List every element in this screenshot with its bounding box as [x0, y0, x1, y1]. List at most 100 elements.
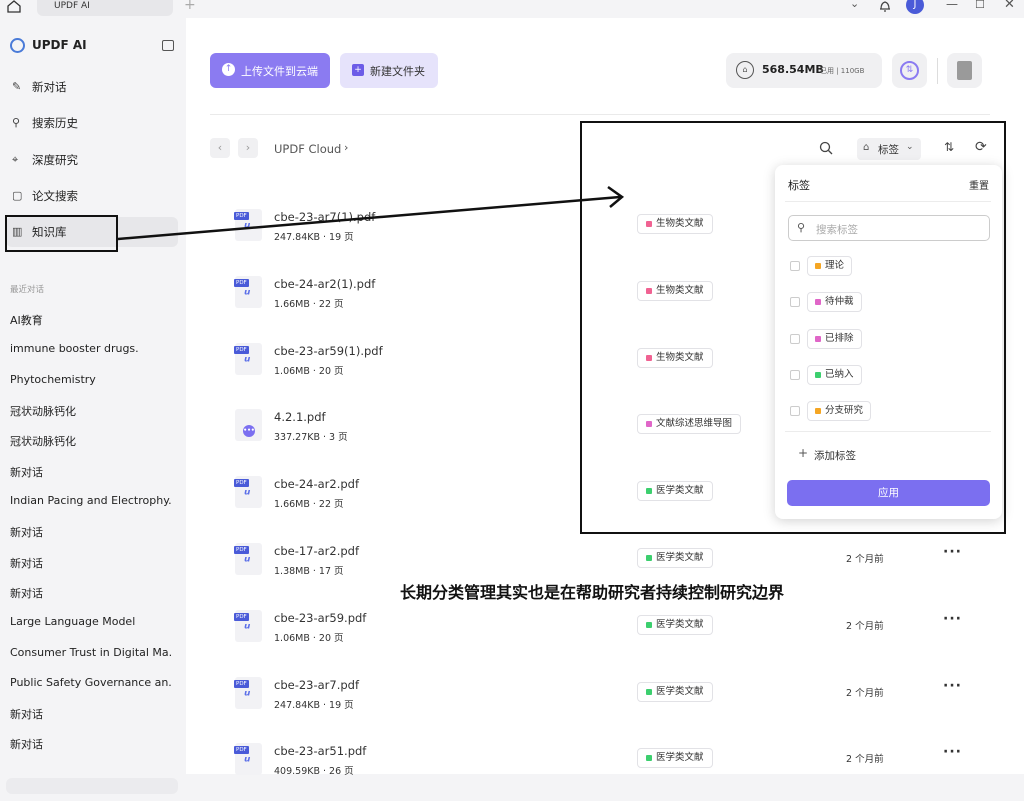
back-button[interactable]: ‹: [210, 138, 230, 158]
tab-title: UPDF AI: [54, 1, 90, 11]
pdf-file-icon: PDF ᵘ: [234, 543, 262, 575]
sidebar-item-deep-research[interactable]: ⌖ 深度研究: [6, 145, 178, 175]
pdf-badge: PDF: [234, 278, 249, 287]
document-file-icon: •••: [235, 409, 262, 442]
updf-glyph-icon: ᵘ: [244, 353, 251, 370]
trash-icon: [957, 61, 972, 80]
tag-color-dot: [646, 621, 652, 628]
pdf-file-icon: PDF ᵘ: [234, 476, 262, 509]
highlight-box-tag-panel: [580, 121, 1006, 534]
minimize-icon[interactable]: —: [946, 0, 958, 11]
brand-name: UPDF AI: [32, 38, 87, 52]
sidebar-item-new-chat[interactable]: ✎ 新对话: [6, 72, 178, 102]
pdf-file-icon: PDF ᵘ: [234, 342, 262, 375]
pdf-badge: PDF: [234, 612, 249, 621]
breadcrumb[interactable]: UPDF Cloud: [274, 142, 341, 156]
highlight-box-knowledge-base: [5, 215, 118, 252]
divider: [937, 58, 938, 84]
recent-conversation-item[interactable]: AI教育: [10, 312, 172, 328]
add-folder-icon: +: [352, 64, 364, 76]
file-tag[interactable]: 医学类文献: [637, 614, 713, 635]
recent-conversation-item[interactable]: immune booster drugs.: [10, 342, 172, 355]
sidebar-item-label: 论文搜索: [32, 189, 78, 203]
file-row[interactable]: PDF ᵘ cbe-23-ar51.pdf 409.59KB · 26 页 医学类文献 2…: [186, 734, 1024, 801]
account-bar[interactable]: [6, 778, 178, 794]
file-tag-label: 医学类文献: [656, 618, 704, 630]
recent-conversation-item[interactable]: 新对话: [10, 706, 172, 722]
more-options-icon[interactable]: ···: [943, 611, 962, 627]
recent-conversation-item[interactable]: 新对话: [10, 585, 172, 601]
sidebar-item-paper-search[interactable]: ▢ 论文搜索: [6, 181, 178, 211]
sidebar-item-search-history[interactable]: ⚲ 搜索历史: [6, 108, 178, 138]
close-icon[interactable]: ✕: [1004, 0, 1015, 12]
updf-glyph-icon: ᵘ: [244, 286, 251, 303]
trash-button[interactable]: [947, 53, 982, 88]
file-name: cbe-24-ar2.pdf: [274, 477, 360, 492]
file-row[interactable]: PDF ᵘ cbe-23-ar7.pdf 247.84KB · 19 页 医学类文献 2 …: [186, 668, 1024, 735]
recent-conversation-item[interactable]: 新对话: [10, 524, 172, 540]
paper-search-icon: ▢: [12, 189, 23, 202]
upload-to-cloud-button[interactable]: ↑ 上传文件到云端: [210, 53, 330, 88]
new-folder-button[interactable]: + 新建文件夹: [340, 53, 438, 88]
more-options-icon[interactable]: ···: [943, 544, 962, 560]
more-options-icon[interactable]: ···: [943, 678, 962, 694]
recent-conversation-item[interactable]: Phytochemistry: [10, 373, 172, 386]
home-icon[interactable]: [7, 0, 21, 13]
sidebar-item-label: 新对话: [32, 80, 67, 94]
new-tab-icon[interactable]: +: [184, 0, 196, 13]
forward-button[interactable]: ›: [238, 138, 258, 158]
updf-glyph-icon: ᵘ: [244, 554, 251, 570]
tab-updf-ai[interactable]: UPDF AI: [37, 0, 173, 16]
file-meta: 1.38MB · 17 页: [274, 566, 344, 577]
avatar[interactable]: J: [906, 0, 924, 14]
pdf-badge: PDF: [234, 679, 249, 688]
file-row[interactable]: PDF ᵘ cbe-23-ar59.pdf 1.06MB · 20 页 医学类文献 2 个…: [186, 601, 1024, 668]
file-date: 2 个月前: [846, 687, 884, 699]
sidebar: UPDF AI ✎ 新对话 ⚲ 搜索历史 ⌖ 深度研究 ▢ 论文搜索 ▥ 知识库…: [0, 18, 186, 794]
file-tag[interactable]: 医学类文献: [637, 681, 713, 702]
recent-conversation-item[interactable]: Large Language Model: [10, 615, 172, 628]
storage-used: 568.54MB: [762, 63, 824, 76]
sidebar-item-label: 搜索历史: [32, 116, 78, 130]
recent-conversation-item[interactable]: 新对话: [10, 464, 172, 480]
recent-conversation-item[interactable]: 新对话: [10, 555, 172, 571]
file-tag[interactable]: 医学类文献: [637, 548, 713, 568]
file-tag-label: 医学类文献: [656, 552, 704, 563]
file-meta: 247.84KB · 19 页: [274, 699, 354, 711]
pdf-file-icon: PDF ᵘ: [234, 743, 262, 776]
maximize-icon[interactable]: ☐: [975, 0, 985, 11]
updf-logo-icon: [10, 38, 25, 53]
recent-conversation-item[interactable]: 冠状动脉钙化: [10, 433, 172, 449]
file-date: 2 个月前: [846, 620, 884, 632]
file-tag-label: 医学类文献: [656, 685, 704, 697]
updf-glyph-icon: ᵘ: [244, 754, 251, 771]
recent-conversation-item[interactable]: 冠状动脉钙化: [10, 403, 172, 419]
storage-icon: ⌂: [736, 61, 754, 79]
chevron-down-icon[interactable]: ⌄: [850, 0, 859, 10]
tag-color-dot: [646, 688, 652, 695]
more-options-icon[interactable]: ···: [943, 744, 962, 760]
transfer-button[interactable]: ⇅: [892, 53, 927, 88]
pdf-badge: PDF: [234, 479, 249, 488]
file-tag[interactable]: 医学类文献: [637, 748, 713, 769]
upload-icon: ↑: [222, 63, 235, 76]
recent-conversation-item[interactable]: 新对话: [10, 736, 172, 752]
transfer-icon: ⇅: [900, 61, 919, 80]
collapse-sidebar-icon[interactable]: [162, 40, 174, 51]
sidebar-item-label: 深度研究: [32, 153, 78, 167]
file-tag-label: 医学类文献: [656, 752, 704, 764]
recent-conversation-item[interactable]: Public Safety Governance an...: [10, 676, 172, 689]
recent-conversation-item[interactable]: Indian Pacing and Electrophy...: [10, 494, 172, 507]
file-meta: 1.06MB · 20 页: [274, 632, 344, 644]
file-meta: 409.59KB · 26 页: [274, 766, 354, 778]
recent-conversation-item[interactable]: Consumer Trust in Digital Ma...: [10, 646, 172, 659]
bell-icon[interactable]: [879, 0, 891, 13]
pdf-badge: PDF: [234, 746, 249, 755]
pdf-badge: PDF: [234, 212, 249, 220]
file-date: 2 个月前: [846, 554, 884, 565]
storage-indicator[interactable]: ⌂ 568.54MB 已用 | 110GB: [726, 53, 882, 88]
pdf-file-icon: PDF ᵘ: [234, 209, 262, 241]
pdf-file-icon: PDF ᵘ: [234, 609, 262, 642]
file-meta: 1.06MB · 20 页: [274, 365, 344, 377]
updf-glyph-icon: ᵘ: [244, 687, 251, 704]
